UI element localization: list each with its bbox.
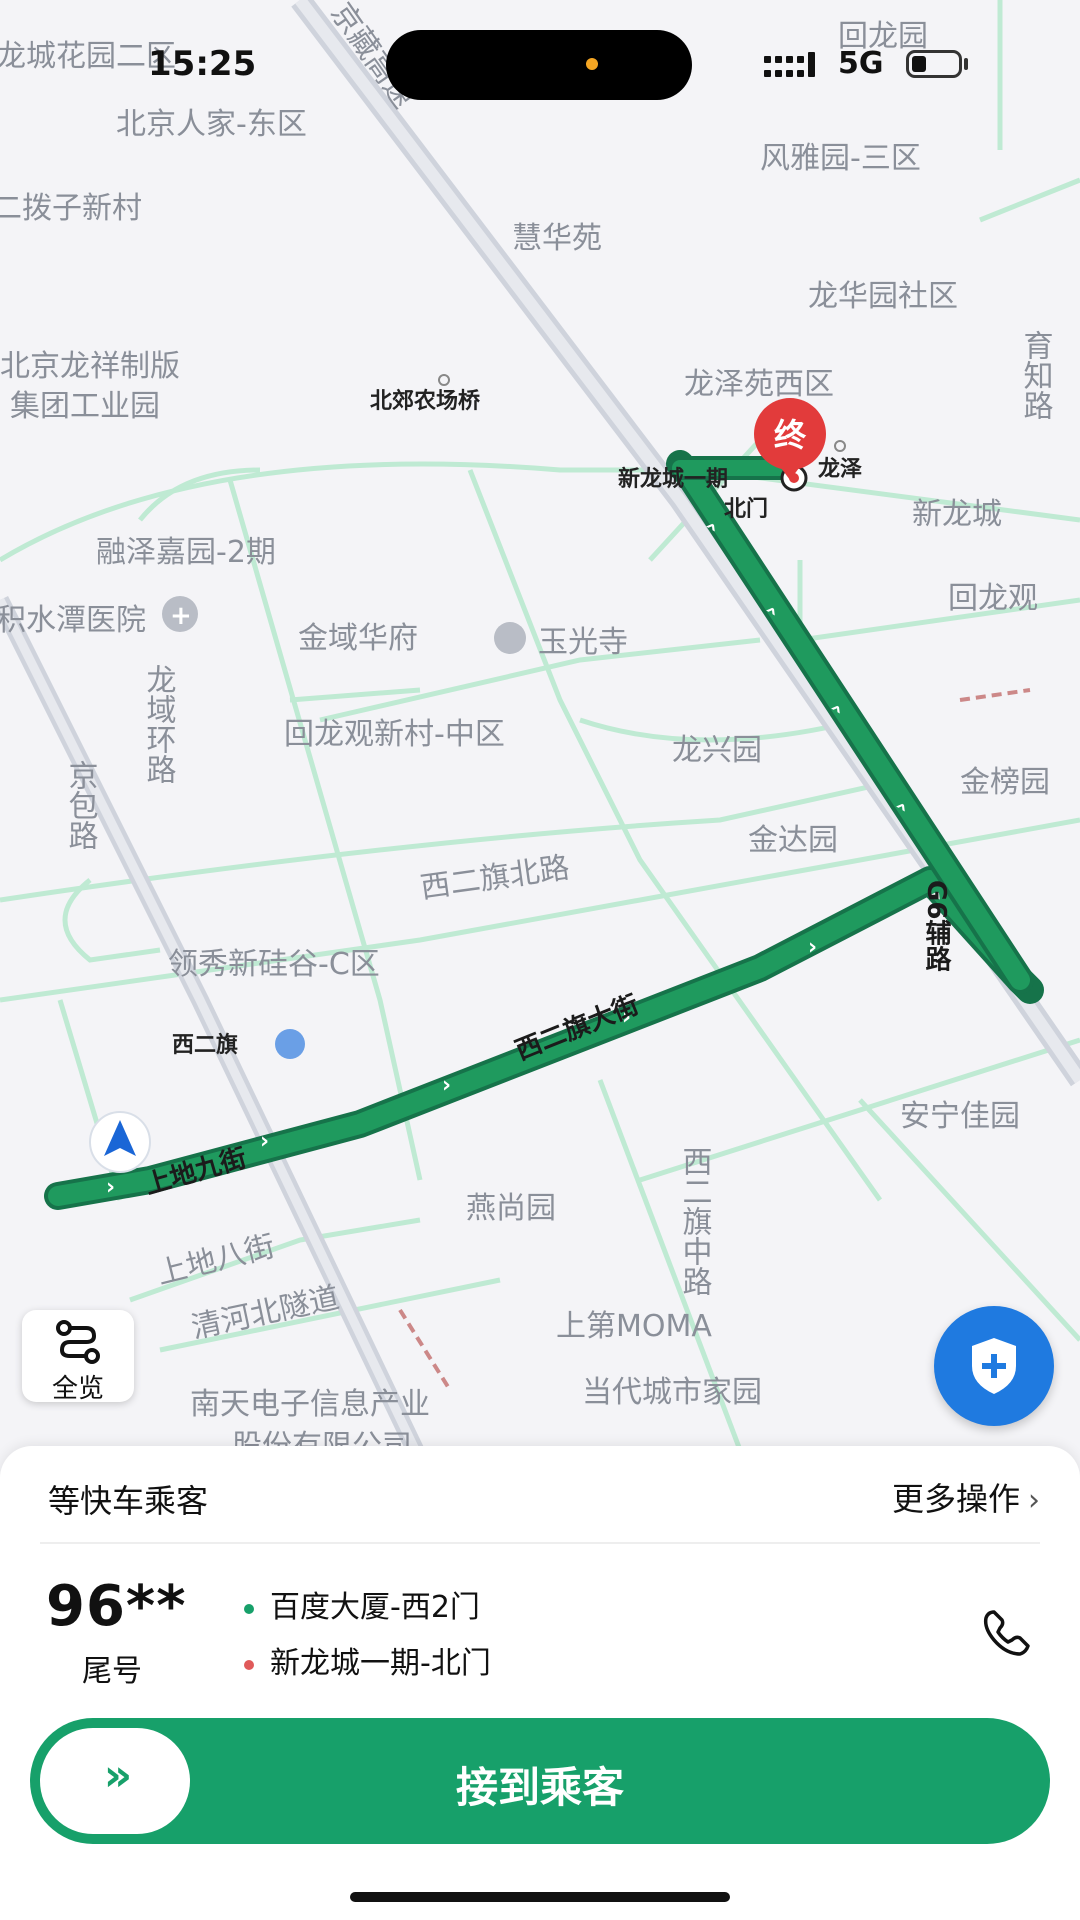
- svg-text:›: ›: [106, 1175, 115, 1200]
- hospital-cross: +: [170, 601, 192, 631]
- pickup-location: 百度大厦-西2门: [244, 1582, 480, 1626]
- chevron-right-icon: ›: [1028, 1483, 1040, 1518]
- poi-label: 龙兴园: [672, 733, 762, 768]
- trip-panel: 等快车乘客 更多操作 › 96** 尾号 百度大厦-西2门 新龙城一期-北门 » …: [0, 1446, 1080, 1920]
- picked-up-passenger-slider[interactable]: » 接到乘客: [30, 1718, 1050, 1844]
- road-label-xierqi-mid: 西二旗中路: [677, 1146, 712, 1296]
- poi-label: 龙泽苑西区: [684, 367, 834, 402]
- poi-label: 回龙观新村-中区: [284, 717, 505, 752]
- poi-label: 二拨子新村: [0, 191, 142, 226]
- poi-label: 集团工业园: [10, 389, 160, 424]
- pickup-text: 百度大厦-西2门: [270, 1590, 480, 1625]
- dropoff-dot-icon: [244, 1659, 254, 1670]
- panel-title: 等快车乘客: [48, 1482, 209, 1520]
- current-location-icon: [89, 1111, 151, 1173]
- poi-label: 积水潭医院: [0, 603, 146, 638]
- label-xinlongcheng-stop: 新龙城一期: [618, 466, 728, 492]
- poi-label: 龙华园社区: [808, 279, 958, 314]
- more-actions-button[interactable]: 更多操作 ›: [892, 1474, 1040, 1520]
- home-indicator[interactable]: [350, 1892, 730, 1902]
- svg-text:›: ›: [260, 1129, 269, 1154]
- safety-button[interactable]: [934, 1306, 1054, 1426]
- network-type: 5G: [838, 46, 884, 81]
- poi-label: 北京龙祥制版: [0, 349, 180, 384]
- svg-text:›: ›: [442, 1073, 451, 1098]
- pickup-dot-icon: [244, 1603, 254, 1614]
- battery-cap: [964, 58, 968, 70]
- poi-label: 燕尚园: [466, 1191, 556, 1226]
- poi-label: 新龙城: [912, 497, 1002, 532]
- road-label-yuzhi: 育知路: [1018, 330, 1054, 420]
- phone-tail-label: 尾号: [82, 1654, 142, 1689]
- dropoff-location: 新龙城一期-北门: [244, 1638, 491, 1682]
- overview-label: 全览: [51, 1374, 104, 1404]
- overview-button[interactable]: 全览: [22, 1310, 134, 1404]
- road-label-jingbao: 京包路: [63, 760, 98, 850]
- metro-icon: [275, 1029, 305, 1059]
- privacy-indicator-dot: [586, 58, 598, 70]
- poi-label: 安宁佳园: [900, 1099, 1020, 1134]
- svg-text:›: ›: [808, 935, 817, 960]
- road-label-g6: G6辅路: [921, 880, 951, 971]
- shield-plus-icon: [972, 1338, 1016, 1394]
- dynamic-island: [386, 30, 692, 100]
- divider: [40, 1542, 1040, 1544]
- label-longze: 龙泽: [818, 457, 862, 482]
- poi-label: 北京人家-东区: [116, 107, 307, 142]
- route-overview-icon: [56, 1320, 100, 1364]
- poi-label: 回龙观: [948, 581, 1038, 616]
- destination-marker-label: 终: [774, 416, 807, 454]
- dropoff-text: 新龙城一期-北门: [270, 1646, 491, 1681]
- poi-label: 金榜园: [960, 765, 1050, 800]
- signal-icon: [764, 52, 815, 77]
- label-beimen: 北门: [724, 496, 768, 522]
- poi-label: 金域华府: [298, 621, 418, 656]
- phone-icon[interactable]: [980, 1608, 1032, 1660]
- poi-label: 金达园: [748, 823, 838, 858]
- poi-label: 南天电子信息产业: [190, 1387, 430, 1422]
- poi-label: 风雅园-三区: [760, 141, 921, 176]
- poi-label: 融泽嘉园-2期: [96, 535, 276, 570]
- more-actions-label: 更多操作: [891, 1480, 1020, 1518]
- road-label-longyu: 龙域环路: [141, 664, 176, 784]
- passenger-phone-tail: 96**: [46, 1574, 187, 1639]
- poi-label: 当代城市家园: [582, 1375, 762, 1410]
- battery-icon: [906, 50, 962, 78]
- temple-icon: [494, 622, 526, 654]
- status-time: 15:25: [148, 44, 257, 84]
- label-beijiao: 北郊农场桥: [370, 388, 480, 414]
- picked-up-label: 接到乘客: [455, 1763, 624, 1812]
- poi-label: 玉光寺: [538, 625, 628, 660]
- poi-label: 慧华苑: [512, 221, 602, 256]
- poi-label: 上第MOMA: [556, 1309, 712, 1344]
- poi-label: 西二旗: [172, 1032, 238, 1058]
- poi-label: 领秀新硅谷-C区: [168, 947, 380, 982]
